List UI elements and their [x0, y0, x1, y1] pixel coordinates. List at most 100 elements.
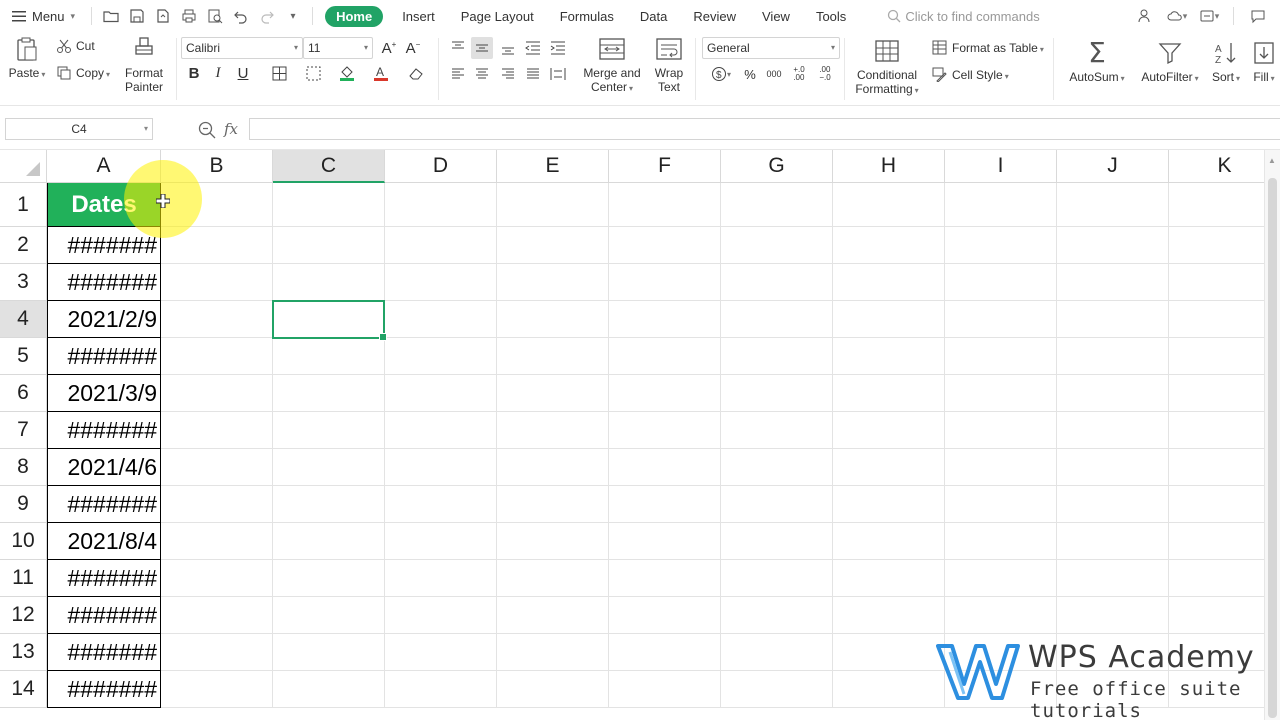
date-cell[interactable]: #######	[47, 560, 161, 597]
currency-format-button[interactable]: $ ▾	[706, 63, 736, 85]
cell-g8[interactable]	[721, 449, 833, 486]
column-header-f[interactable]: F	[609, 150, 721, 183]
cell-d3[interactable]	[385, 264, 497, 301]
cell-fill-pattern-button[interactable]	[302, 62, 324, 84]
date-cell[interactable]: #######	[47, 486, 161, 523]
cell-h1[interactable]	[833, 183, 945, 227]
fill-color-button[interactable]	[336, 62, 358, 84]
font-name-select[interactable]: Calibri ▾	[181, 37, 303, 59]
paste-button[interactable]: Paste	[8, 36, 46, 82]
cell-b8[interactable]	[161, 449, 273, 486]
cell-h6[interactable]	[833, 375, 945, 412]
cell-i5[interactable]	[945, 338, 1057, 375]
column-header-i[interactable]: I	[945, 150, 1057, 183]
select-all-button[interactable]	[0, 150, 47, 183]
merge-and-center-button[interactable]: Merge and Center	[580, 36, 644, 96]
cell-j11[interactable]	[1057, 560, 1169, 597]
row-header-2[interactable]: 2	[0, 227, 47, 264]
cell-e13[interactable]	[497, 634, 609, 671]
align-left-button[interactable]	[447, 63, 469, 85]
cell-e3[interactable]	[497, 264, 609, 301]
cell-j13[interactable]	[1057, 634, 1169, 671]
cell-d2[interactable]	[385, 227, 497, 264]
cut-button[interactable]: Cut	[56, 38, 95, 54]
row-header-4[interactable]: 4	[0, 301, 47, 338]
tab-tools[interactable]: Tools	[803, 6, 859, 27]
cell-j1[interactable]	[1057, 183, 1169, 227]
cell-d7[interactable]	[385, 412, 497, 449]
cell-d1[interactable]	[385, 183, 497, 227]
name-box[interactable]: C4 ▾	[5, 118, 153, 140]
cell-d4[interactable]	[385, 301, 497, 338]
cell-h10[interactable]	[833, 523, 945, 560]
cell-e1[interactable]	[497, 183, 609, 227]
format-as-table-button[interactable]: Format as Table	[932, 40, 1044, 55]
cell-g5[interactable]	[721, 338, 833, 375]
cell-b6[interactable]	[161, 375, 273, 412]
date-cell[interactable]: #######	[47, 412, 161, 449]
format-painter-button[interactable]: Format Painter	[120, 36, 168, 94]
cell-g1[interactable]	[721, 183, 833, 227]
cell-e10[interactable]	[497, 523, 609, 560]
main-menu-button[interactable]: Menu ▾	[0, 9, 85, 24]
cell-i4[interactable]	[945, 301, 1057, 338]
cell-h14[interactable]	[833, 671, 945, 708]
undo-button[interactable]	[228, 4, 254, 28]
italic-button[interactable]: I	[207, 62, 229, 84]
align-top-button[interactable]	[447, 37, 469, 59]
row-header-6[interactable]: 6	[0, 375, 47, 412]
tab-review[interactable]: Review	[680, 6, 749, 27]
column-header-e[interactable]: E	[497, 150, 609, 183]
percent-format-button[interactable]: %	[739, 63, 761, 85]
print-button[interactable]	[176, 4, 202, 28]
tab-data[interactable]: Data	[627, 6, 680, 27]
cell-f13[interactable]	[609, 634, 721, 671]
tab-page-layout[interactable]: Page Layout	[448, 6, 547, 27]
cell-b3[interactable]	[161, 264, 273, 301]
column-header-g[interactable]: G	[721, 150, 833, 183]
increase-decimal-button[interactable]: +.0.00	[788, 63, 810, 85]
cell-i10[interactable]	[945, 523, 1057, 560]
tab-view[interactable]: View	[749, 6, 803, 27]
date-cell[interactable]: #######	[47, 227, 161, 264]
increase-font-size-button[interactable]: A+	[378, 37, 400, 59]
cell-c8[interactable]	[273, 449, 385, 486]
cell-h9[interactable]	[833, 486, 945, 523]
bold-button[interactable]: B	[183, 62, 205, 84]
cell-f3[interactable]	[609, 264, 721, 301]
cell-e4[interactable]	[497, 301, 609, 338]
cell-e12[interactable]	[497, 597, 609, 634]
print-preview-button[interactable]	[202, 4, 228, 28]
row-header-7[interactable]: 7	[0, 412, 47, 449]
export-pdf-button[interactable]	[150, 4, 176, 28]
date-cell[interactable]: #######	[47, 597, 161, 634]
cell-g13[interactable]	[721, 634, 833, 671]
cell-g4[interactable]	[721, 301, 833, 338]
cell-i3[interactable]	[945, 264, 1057, 301]
cell-c12[interactable]	[273, 597, 385, 634]
align-middle-button[interactable]	[471, 37, 493, 59]
cell-h5[interactable]	[833, 338, 945, 375]
cell-g12[interactable]	[721, 597, 833, 634]
cell-c9[interactable]	[273, 486, 385, 523]
clear-format-button[interactable]	[405, 62, 427, 84]
cell-d5[interactable]	[385, 338, 497, 375]
cell-h4[interactable]	[833, 301, 945, 338]
fill-button[interactable]: Fill	[1248, 40, 1280, 86]
row-header-1[interactable]: 1	[0, 183, 47, 227]
collaborate-button[interactable]	[1131, 4, 1159, 28]
row-header-9[interactable]: 9	[0, 486, 47, 523]
share-button[interactable]: ▾	[1163, 4, 1191, 28]
cell-c11[interactable]	[273, 560, 385, 597]
cell-c2[interactable]	[273, 227, 385, 264]
copy-button[interactable]: Copy	[56, 65, 110, 81]
cell-f4[interactable]	[609, 301, 721, 338]
row-header-11[interactable]: 11	[0, 560, 47, 597]
vertical-scrollbar[interactable]: ▲	[1264, 150, 1280, 720]
cell-b12[interactable]	[161, 597, 273, 634]
row-header-8[interactable]: 8	[0, 449, 47, 486]
cell-c6[interactable]	[273, 375, 385, 412]
distributed-align-button[interactable]	[547, 63, 569, 85]
cell-h3[interactable]	[833, 264, 945, 301]
cell-g7[interactable]	[721, 412, 833, 449]
